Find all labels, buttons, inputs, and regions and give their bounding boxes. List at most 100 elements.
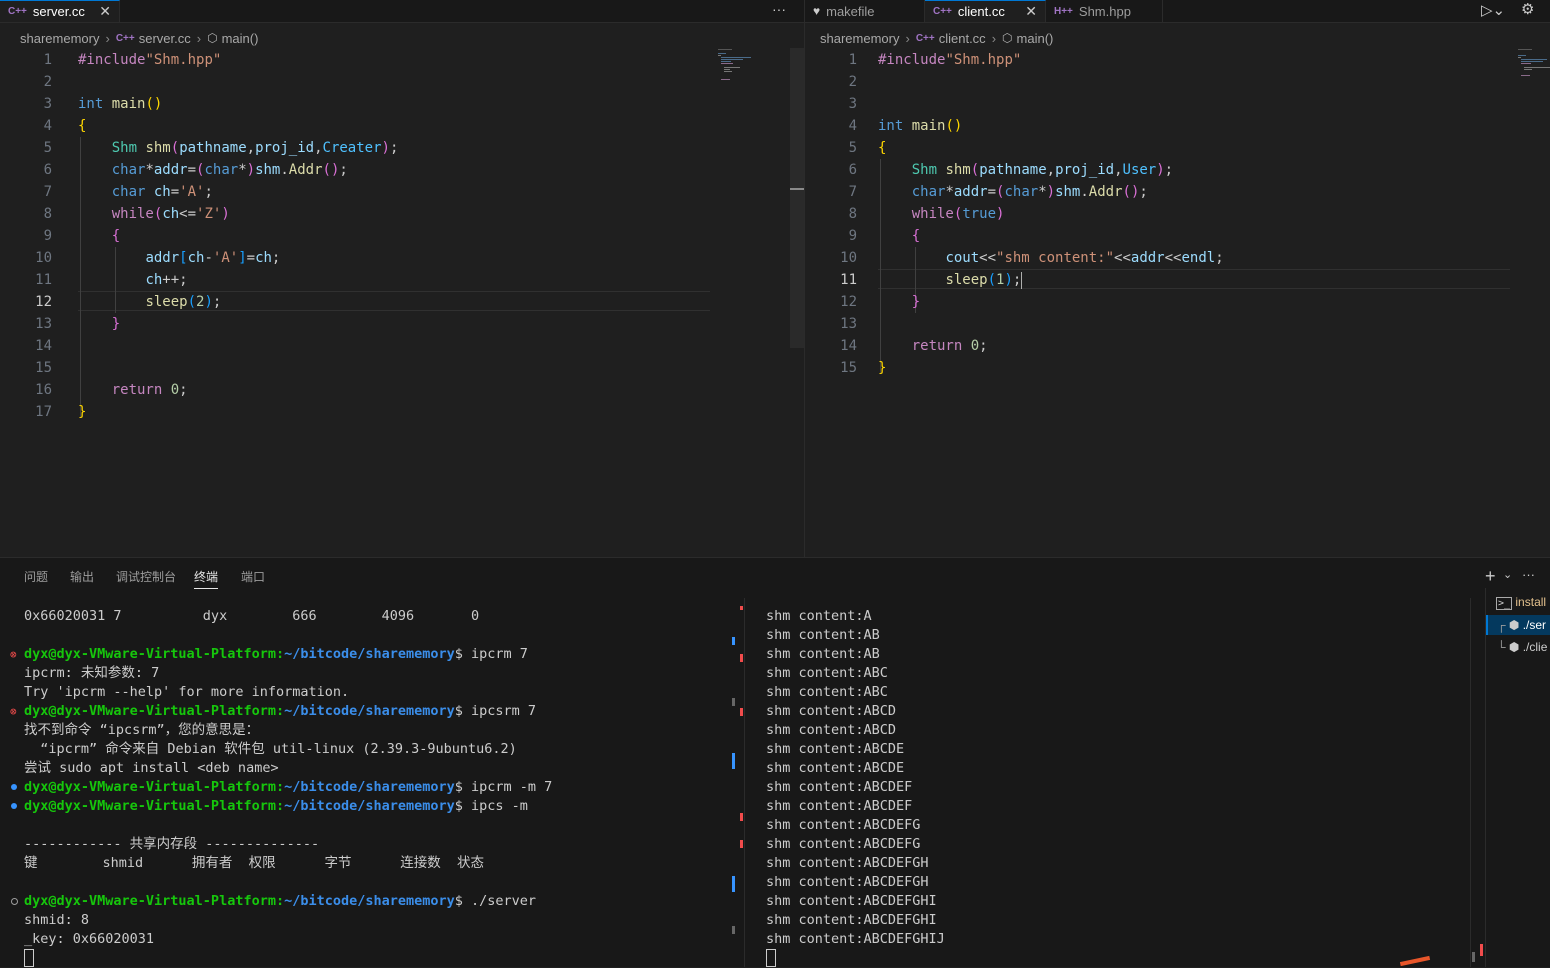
tab-problems[interactable]: 问题 bbox=[24, 568, 48, 585]
tab-output[interactable]: 输出 bbox=[70, 568, 94, 585]
gear-icon[interactable]: ⚙ bbox=[1521, 0, 1534, 18]
code-line[interactable]: 9 { bbox=[805, 225, 1550, 247]
line-number: 5 bbox=[43, 140, 52, 156]
code-line[interactable]: 3 int main() bbox=[0, 93, 804, 115]
code-line[interactable]: 7 char ch='A'; bbox=[0, 181, 804, 203]
code-token: ( bbox=[170, 140, 180, 156]
hpp-file-icon: H++ bbox=[1054, 5, 1073, 17]
code-token: ; bbox=[179, 382, 188, 398]
code-text: ch++; bbox=[78, 269, 187, 291]
code-line[interactable]: 15 bbox=[0, 357, 804, 379]
code-line[interactable]: 8 while(ch<='Z') bbox=[0, 203, 804, 225]
code-token: endl bbox=[1181, 250, 1216, 266]
code-line[interactable]: 11 ch++; bbox=[0, 269, 804, 291]
cpp-file-icon: C++ bbox=[933, 6, 952, 17]
code-line[interactable]: 10 cout<<"shm content:"<<addr<<endl; bbox=[805, 247, 1550, 269]
more-actions-icon[interactable]: ··· bbox=[772, 1, 786, 17]
code-token: shm bbox=[145, 140, 171, 156]
code-line[interactable]: 2 bbox=[805, 71, 1550, 93]
code-line[interactable]: 13 bbox=[805, 313, 1550, 335]
code-line[interactable]: 1 #include"Shm.hpp" bbox=[805, 49, 1550, 71]
breadcrumb-folder[interactable]: sharememory bbox=[20, 31, 99, 46]
code-line[interactable]: 17} bbox=[0, 401, 804, 423]
terminal-list-item[interactable]: >_ install bbox=[1496, 595, 1546, 610]
line-number: 17 bbox=[35, 404, 52, 420]
tab-ports[interactable]: 端口 bbox=[241, 568, 265, 585]
tab-debug-console[interactable]: 调试控制台 bbox=[116, 568, 176, 585]
code-line[interactable]: 2 bbox=[0, 71, 804, 93]
code-editor-client[interactable]: 1 #include"Shm.hpp" 2 3 4 int main() 5{6 Shm s… bbox=[805, 49, 1550, 379]
terminal-list-item[interactable]: └ ⬢ ./clie bbox=[1497, 640, 1547, 654]
code-token: . bbox=[280, 162, 289, 178]
chevron-down-icon[interactable]: ⌄ bbox=[1503, 568, 1512, 581]
code-line[interactable]: 14 bbox=[0, 335, 804, 357]
code-line[interactable]: 12 } bbox=[805, 291, 1550, 313]
code-line[interactable]: 1 #include"Shm.hpp" bbox=[0, 49, 804, 71]
code-line[interactable]: 12 sleep(2); bbox=[0, 291, 804, 313]
terminal-scrollbar-track[interactable] bbox=[1470, 598, 1471, 967]
tab-label: client.cc bbox=[957, 4, 1005, 19]
prompt-path: ~/bitcode/sharememory bbox=[284, 703, 455, 719]
code-token: = bbox=[246, 250, 256, 266]
code-line[interactable]: 7 char*addr=(char*)shm.Addr(); bbox=[805, 181, 1550, 203]
code-line[interactable]: 16 return 0; bbox=[0, 379, 804, 401]
close-icon[interactable]: ✕ bbox=[1025, 3, 1037, 20]
code-line[interactable]: 9 { bbox=[0, 225, 804, 247]
new-terminal-plus-icon[interactable]: + bbox=[1485, 566, 1496, 587]
code-line[interactable]: 6 Shm shm(pathname,proj_id,User); bbox=[805, 159, 1550, 181]
code-line[interactable]: 14 return 0; bbox=[805, 335, 1550, 357]
code-token: main bbox=[111, 96, 146, 112]
run-debug-icon[interactable]: ▷⌄ bbox=[1481, 1, 1505, 19]
code-token: << bbox=[1114, 250, 1131, 266]
code-token: int bbox=[878, 118, 904, 134]
code-line[interactable]: 4 int main() bbox=[805, 115, 1550, 137]
code-token: addr bbox=[1130, 250, 1165, 266]
chevron-right-icon: › bbox=[105, 30, 110, 46]
tab-client-cc[interactable]: C++ client.cc ✕ bbox=[925, 0, 1046, 22]
code-line[interactable]: 3 bbox=[805, 93, 1550, 115]
terminal-list-item[interactable]: ┌ ⬢ ./ser bbox=[1497, 618, 1546, 632]
breadcrumb-symbol[interactable]: main() bbox=[222, 31, 259, 46]
code-line[interactable]: 11 sleep(1); bbox=[805, 269, 1550, 291]
code-line[interactable]: 8 while(true) bbox=[805, 203, 1550, 225]
code-line[interactable]: 13 } bbox=[0, 313, 804, 335]
code-token: proj_id bbox=[255, 140, 315, 156]
close-icon[interactable]: ✕ bbox=[99, 3, 111, 20]
code-line[interactable]: 4{ bbox=[0, 115, 804, 137]
tab-terminal[interactable]: 终端 bbox=[194, 568, 219, 589]
breadcrumb-file[interactable]: server.cc bbox=[139, 31, 191, 46]
code-text: int main() bbox=[878, 115, 962, 137]
code-text: #include"Shm.hpp" bbox=[78, 49, 221, 71]
more-actions-icon[interactable]: ··· bbox=[1522, 567, 1535, 582]
code-token: ) bbox=[1156, 162, 1165, 178]
breadcrumb-symbol[interactable]: main() bbox=[1017, 31, 1054, 46]
line-number: 4 bbox=[848, 118, 857, 134]
terminal-split-divider[interactable] bbox=[744, 598, 745, 967]
minimap[interactable] bbox=[1516, 48, 1550, 88]
scroll-marker-error bbox=[740, 813, 743, 821]
line-number: 9 bbox=[848, 228, 857, 244]
code-line[interactable]: 5{ bbox=[805, 137, 1550, 159]
minimap[interactable] bbox=[716, 48, 756, 88]
code-text: } bbox=[878, 357, 886, 379]
code-line[interactable]: 5 Shm shm(pathname,proj_id,Creater); bbox=[0, 137, 804, 159]
breadcrumb-file[interactable]: client.cc bbox=[939, 31, 986, 46]
vertical-scrollbar[interactable] bbox=[790, 48, 804, 348]
code-line[interactable]: 10 addr[ch-'A']=ch; bbox=[0, 247, 804, 269]
terminal-client[interactable]: shm content:A shm content:AB shm content:A… bbox=[766, 607, 1456, 967]
terminal-line: shm content:ABCD bbox=[766, 703, 897, 719]
terminal-line bbox=[24, 949, 34, 968]
tab-server-cc[interactable]: C++ server.cc ✕ bbox=[0, 0, 120, 22]
terminal-server[interactable]: 0x66020031 7 dyx 666 4096 0 ⊗ dyx@dyx-VMwa… bbox=[10, 607, 724, 968]
code-editor-server[interactable]: 1 #include"Shm.hpp" 2 3 int main() 4{5 Shm sh… bbox=[0, 49, 804, 423]
code-line[interactable]: 15} bbox=[805, 357, 1550, 379]
tab-shm-hpp[interactable]: H++ Shm.hpp bbox=[1046, 0, 1163, 22]
code-line[interactable]: 6 char*addr=(char*)shm.Addr(); bbox=[0, 159, 804, 181]
tab-makefile[interactable]: ♥ makefile bbox=[805, 0, 925, 22]
breadcrumb-folder[interactable]: sharememory bbox=[820, 31, 899, 46]
code-token: { bbox=[878, 140, 887, 156]
